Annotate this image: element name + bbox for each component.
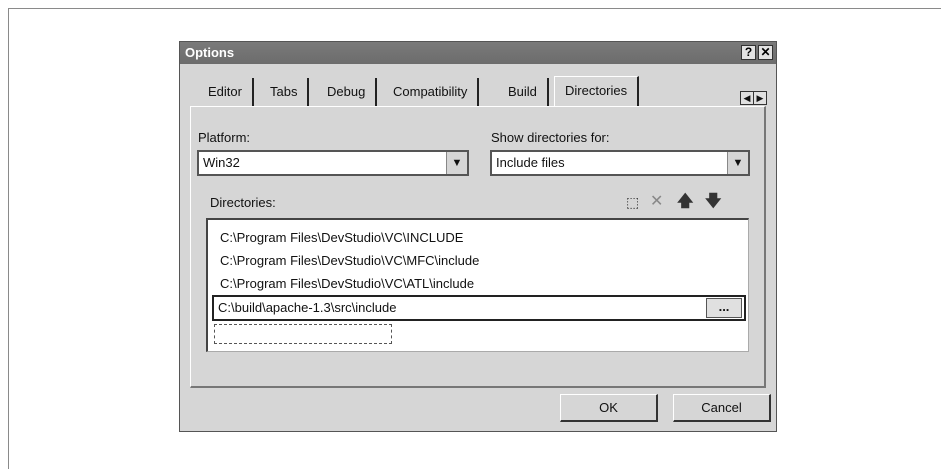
tab-directories[interactable]: Directories [554, 76, 640, 106]
new-folder-icon[interactable]: ⬚ [626, 194, 639, 210]
list-item[interactable]: C:\Program Files\DevStudio\VC\MFC\includ… [220, 253, 479, 268]
directory-edit-field[interactable]: C:\build\apache-1.3\src\include ... [212, 295, 746, 321]
cancel-button[interactable]: Cancel [673, 394, 771, 422]
platform-select[interactable]: Win32 ▼ [197, 150, 469, 176]
tab-build[interactable]: Build [498, 78, 549, 106]
tab-scroll-right-icon[interactable]: ▶ [753, 91, 767, 105]
directories-list[interactable]: C:\Program Files\DevStudio\VC\INCLUDE C:… [206, 218, 749, 352]
dialog-title: Options [185, 45, 235, 60]
directories-label: Directories: [210, 195, 276, 210]
show-dirs-label: Show directories for: [491, 130, 610, 145]
tab-editor[interactable]: Editor [198, 78, 254, 106]
show-dirs-select[interactable]: Include files ▼ [490, 150, 750, 176]
move-down-icon[interactable]: 🡇 [705, 194, 721, 210]
delete-icon[interactable]: ✕ [650, 194, 663, 210]
tab-tabs[interactable]: Tabs [260, 78, 310, 106]
move-up-icon[interactable]: 🡅 [677, 194, 693, 210]
close-button[interactable]: ✕ [758, 45, 773, 60]
title-bar[interactable]: Options ? ✕ [180, 42, 776, 64]
tab-scroll-left-icon[interactable]: ◀ [740, 91, 754, 105]
show-dirs-value: Include files [496, 155, 565, 170]
list-item[interactable]: C:\Program Files\DevStudio\VC\INCLUDE [220, 230, 463, 245]
directories-header: Directories: [206, 192, 747, 214]
chevron-down-icon[interactable]: ▼ [727, 152, 748, 174]
platform-value: Win32 [203, 155, 240, 170]
ok-button[interactable]: OK [560, 394, 658, 422]
tab-debug[interactable]: Debug [317, 78, 378, 106]
tab-compatibility[interactable]: Compatibility [383, 78, 480, 106]
help-button[interactable]: ? [741, 45, 756, 60]
directory-edit-value[interactable]: C:\build\apache-1.3\src\include [218, 300, 397, 315]
platform-label: Platform: [198, 130, 251, 145]
list-item[interactable]: C:\Program Files\DevStudio\VC\ATL\includ… [220, 276, 474, 291]
new-entry-slot[interactable] [214, 324, 392, 344]
browse-button[interactable]: ... [706, 298, 742, 318]
chevron-down-icon[interactable]: ▼ [446, 152, 467, 174]
tab-scroll-arrows: ◀ ▶ [740, 91, 767, 107]
